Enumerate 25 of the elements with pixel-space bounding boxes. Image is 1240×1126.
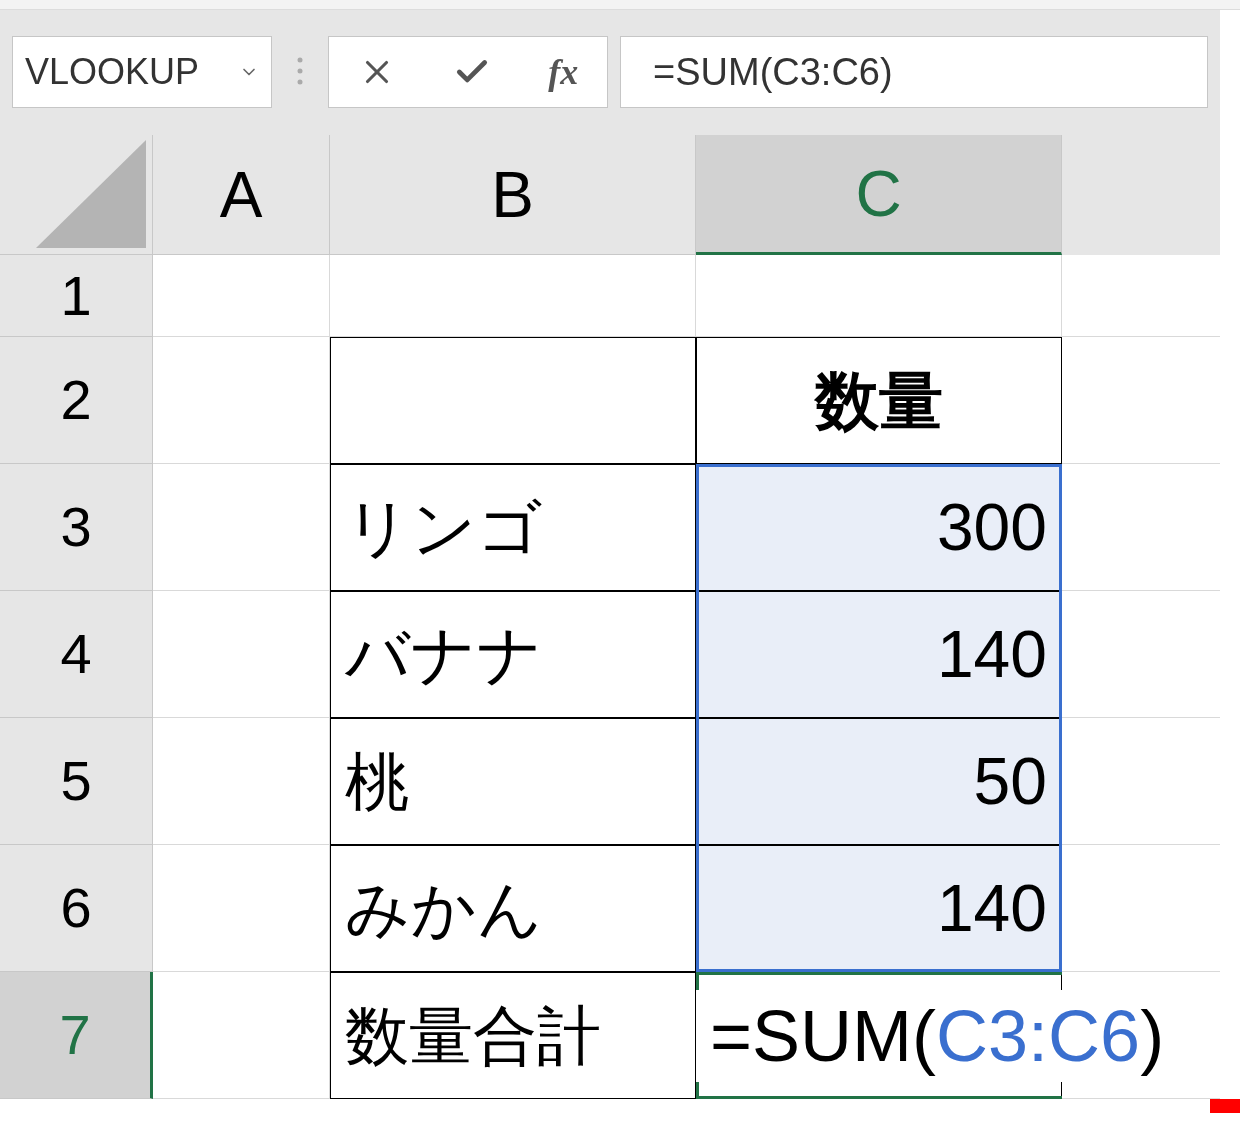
name-box-value: VLOOKUP <box>25 50 200 94</box>
table-cell: 50 <box>696 718 1062 845</box>
table-cell: バナナ <box>330 591 696 718</box>
table-cell: 桃 <box>330 718 696 845</box>
table-cell: 140 <box>696 845 1062 972</box>
row-header[interactable]: 7 <box>0 972 153 1099</box>
table-cell: 数量 <box>696 337 1062 464</box>
name-box[interactable]: VLOOKUP <box>12 36 272 108</box>
table-cell: 140 <box>696 591 1062 718</box>
table-cell: リンゴ <box>330 464 696 591</box>
row-header[interactable]: 4 <box>0 591 153 718</box>
column-header[interactable]: A <box>153 135 330 255</box>
row-header[interactable]: 6 <box>0 845 153 972</box>
row-header[interactable]: 1 <box>0 255 153 337</box>
insert-function-button[interactable]: fx <box>548 45 579 99</box>
grip-icon <box>296 56 304 86</box>
table-cell: 数量合計 <box>330 972 696 1099</box>
formula-field[interactable]: =SUM(C3:C6) <box>620 36 1208 108</box>
table-cell: 300 <box>696 464 1062 591</box>
row-header[interactable]: 2 <box>0 337 153 464</box>
row-header[interactable]: 3 <box>0 464 153 591</box>
column-header[interactable]: B <box>330 135 696 255</box>
table-cell: みかん <box>330 845 696 972</box>
row-header[interactable]: 5 <box>0 718 153 845</box>
column-header[interactable]: C <box>696 135 1062 255</box>
